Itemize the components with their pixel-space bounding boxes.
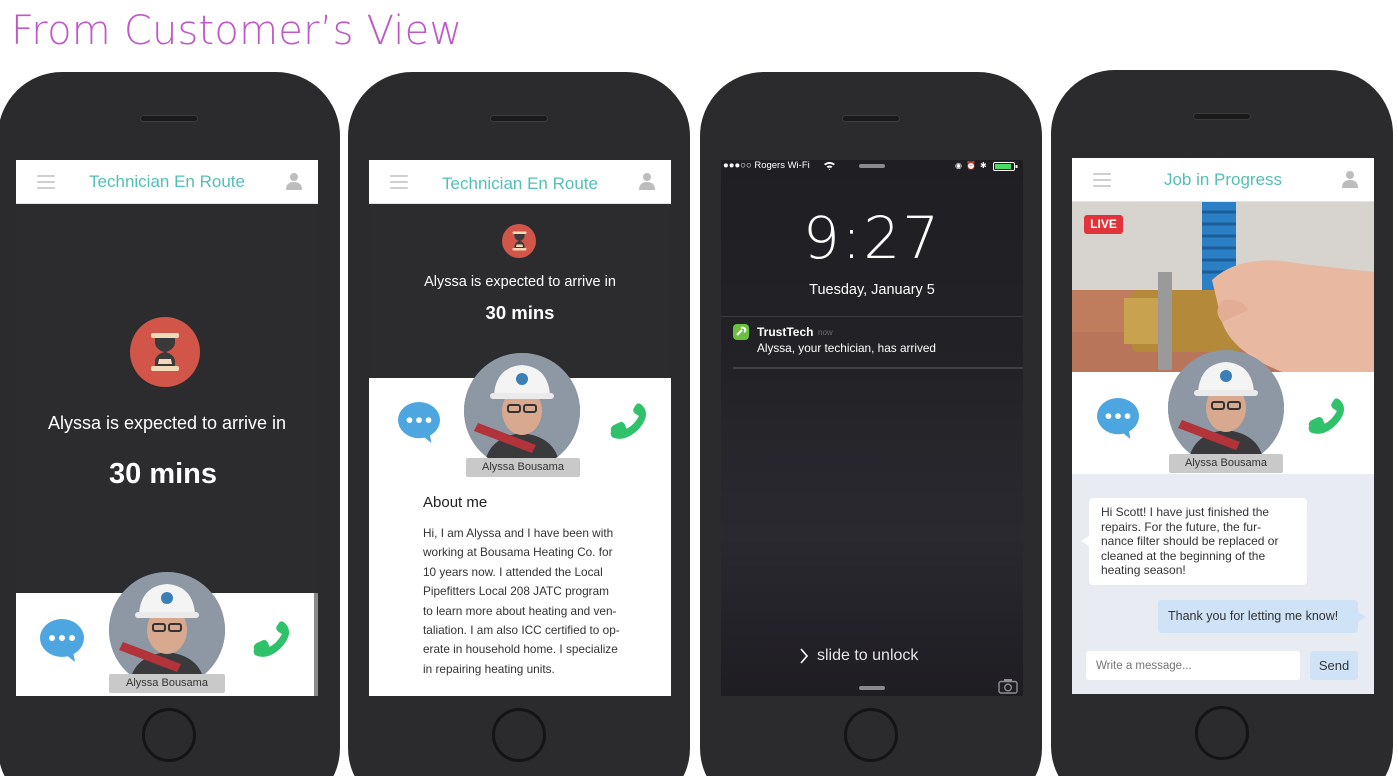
header-title: Technician En Route bbox=[89, 172, 245, 191]
user-icon[interactable] bbox=[1342, 170, 1358, 188]
phone-icon[interactable] bbox=[606, 403, 652, 445]
phone-2: Technician En Route Alyssa is expected t… bbox=[348, 72, 690, 776]
phone-4: Job in Progress LIVE Alyssa Bousama Hi S… bbox=[1051, 70, 1393, 776]
phone-icon[interactable] bbox=[249, 621, 295, 663]
about-line: taliation. I am also ICC certified to op… bbox=[423, 623, 620, 638]
eta-panel: Alyssa is expected to arrive in 30 mins bbox=[369, 204, 671, 378]
home-button[interactable] bbox=[492, 708, 546, 762]
about-line: Pipefitters Local 208 JATC program bbox=[423, 584, 609, 599]
speaker bbox=[1193, 113, 1251, 120]
hourglass-icon bbox=[502, 224, 536, 258]
notif-app: TrustTech bbox=[757, 325, 814, 339]
header-bar: Job in Progress bbox=[1072, 158, 1374, 202]
about-line: to learn more about heating and ven- bbox=[423, 603, 617, 618]
header-bar: Technician En Route bbox=[369, 160, 671, 204]
screen-job: Job in Progress LIVE Alyssa Bousama Hi S… bbox=[1072, 158, 1374, 694]
speaker bbox=[140, 115, 198, 122]
hourglass-icon bbox=[130, 317, 200, 387]
avatar bbox=[464, 353, 580, 469]
message-line: Hi Scott! I have just finished the bbox=[1101, 505, 1270, 519]
tech-name-tag: Alyssa Bousama bbox=[1169, 454, 1283, 473]
home-button[interactable] bbox=[1195, 706, 1249, 760]
message-line: heating season! bbox=[1101, 563, 1186, 577]
phone-3: ●●●○○ Rogers Wi-Fi ◉⏰✱ 9:27 Tuesday, Jan… bbox=[700, 72, 1042, 776]
about-line: working at Bousama Heating Co. for bbox=[423, 545, 613, 560]
divider bbox=[721, 316, 1023, 317]
carrier-label: ●●●○○ Rogers Wi-Fi bbox=[723, 160, 810, 171]
avatar bbox=[1168, 350, 1284, 466]
header-title: Technician En Route bbox=[442, 174, 598, 193]
user-icon[interactable] bbox=[639, 172, 655, 190]
camera-icon[interactable] bbox=[998, 678, 1018, 694]
eta-label: Alyssa is expected to arrive in bbox=[47, 413, 287, 433]
about-title: About me bbox=[423, 494, 488, 511]
about-line: in repairing heating units. bbox=[423, 661, 555, 676]
about-line: 10 years now. I attended the Local bbox=[423, 564, 603, 579]
home-button[interactable] bbox=[142, 708, 196, 762]
user-icon[interactable] bbox=[286, 172, 302, 190]
speaker bbox=[490, 115, 548, 122]
home-button[interactable] bbox=[844, 708, 898, 762]
chat-area: Hi Scott! I have just finished the repai… bbox=[1072, 474, 1374, 694]
tech-name-tag: Alyssa Bousama bbox=[466, 458, 580, 477]
divider bbox=[733, 367, 1023, 369]
screen-profile: Technician En Route Alyssa is expected t… bbox=[369, 160, 671, 696]
screen-en-route: Technician En Route Alyssa is expected t… bbox=[16, 160, 318, 696]
message-line: cleaned at the beginning of the bbox=[1101, 548, 1266, 563]
about-line: Hi, I am Alyssa and I have been with bbox=[423, 526, 614, 540]
page-title: From Customer’s View bbox=[11, 8, 463, 54]
chevron-right-icon bbox=[800, 648, 808, 664]
chat-icon[interactable] bbox=[1096, 397, 1140, 439]
eta-panel: Alyssa is expected to arrive in 30 mins bbox=[16, 204, 318, 593]
phone-icon[interactable] bbox=[1304, 398, 1350, 440]
about-line: erate in household home. I specialize bbox=[423, 642, 618, 657]
eta-value: 30 mins bbox=[109, 458, 217, 490]
wifi-icon bbox=[824, 162, 835, 170]
live-badge: LIVE bbox=[1084, 215, 1123, 234]
app-icon bbox=[733, 324, 749, 340]
scroll-edge bbox=[314, 593, 318, 696]
bubble-tail bbox=[1358, 612, 1366, 622]
message-line: repairs. For the future, the fur- bbox=[1101, 519, 1262, 534]
chat-icon[interactable] bbox=[397, 401, 441, 443]
header-bar: Technician En Route bbox=[16, 160, 318, 204]
chat-icon[interactable] bbox=[39, 618, 85, 662]
screen-lock: ●●●○○ Rogers Wi-Fi ◉⏰✱ 9:27 Tuesday, Jan… bbox=[721, 160, 1023, 696]
notif-text[interactable]: Alyssa, your techician, has arrived bbox=[757, 341, 936, 355]
eta-label: Alyssa is expected to arrive in bbox=[424, 274, 616, 290]
avatar bbox=[109, 572, 225, 688]
speaker bbox=[842, 115, 900, 122]
pull-handle[interactable] bbox=[859, 164, 885, 168]
lock-time: 9:27 bbox=[802, 204, 942, 272]
message-input[interactable] bbox=[1086, 651, 1300, 680]
lock-date: Tuesday, January 5 bbox=[809, 282, 935, 298]
notif-time: now bbox=[818, 328, 833, 337]
phone-1: Technician En Route Alyssa is expected t… bbox=[0, 72, 340, 776]
slide-to-unlock[interactable]: slide to unlock bbox=[817, 647, 918, 665]
status-icons: ◉⏰✱ bbox=[955, 161, 991, 170]
message-outgoing: Thank you for letting me know! bbox=[1158, 600, 1358, 633]
about-body: Hi, I am Alyssa and I have been with wor… bbox=[423, 524, 620, 679]
pull-handle[interactable] bbox=[859, 686, 885, 690]
eta-value: 30 mins bbox=[485, 302, 555, 323]
battery-icon bbox=[993, 162, 1018, 171]
send-button[interactable]: Send bbox=[1310, 651, 1358, 680]
tech-name-tag: Alyssa Bousama bbox=[109, 674, 225, 693]
message-incoming: Hi Scott! I have just finished the repai… bbox=[1089, 498, 1307, 585]
message-line: nance filter should be replaced or bbox=[1101, 534, 1279, 548]
bubble-tail bbox=[1081, 536, 1089, 546]
header-title: Job in Progress bbox=[1163, 170, 1283, 189]
